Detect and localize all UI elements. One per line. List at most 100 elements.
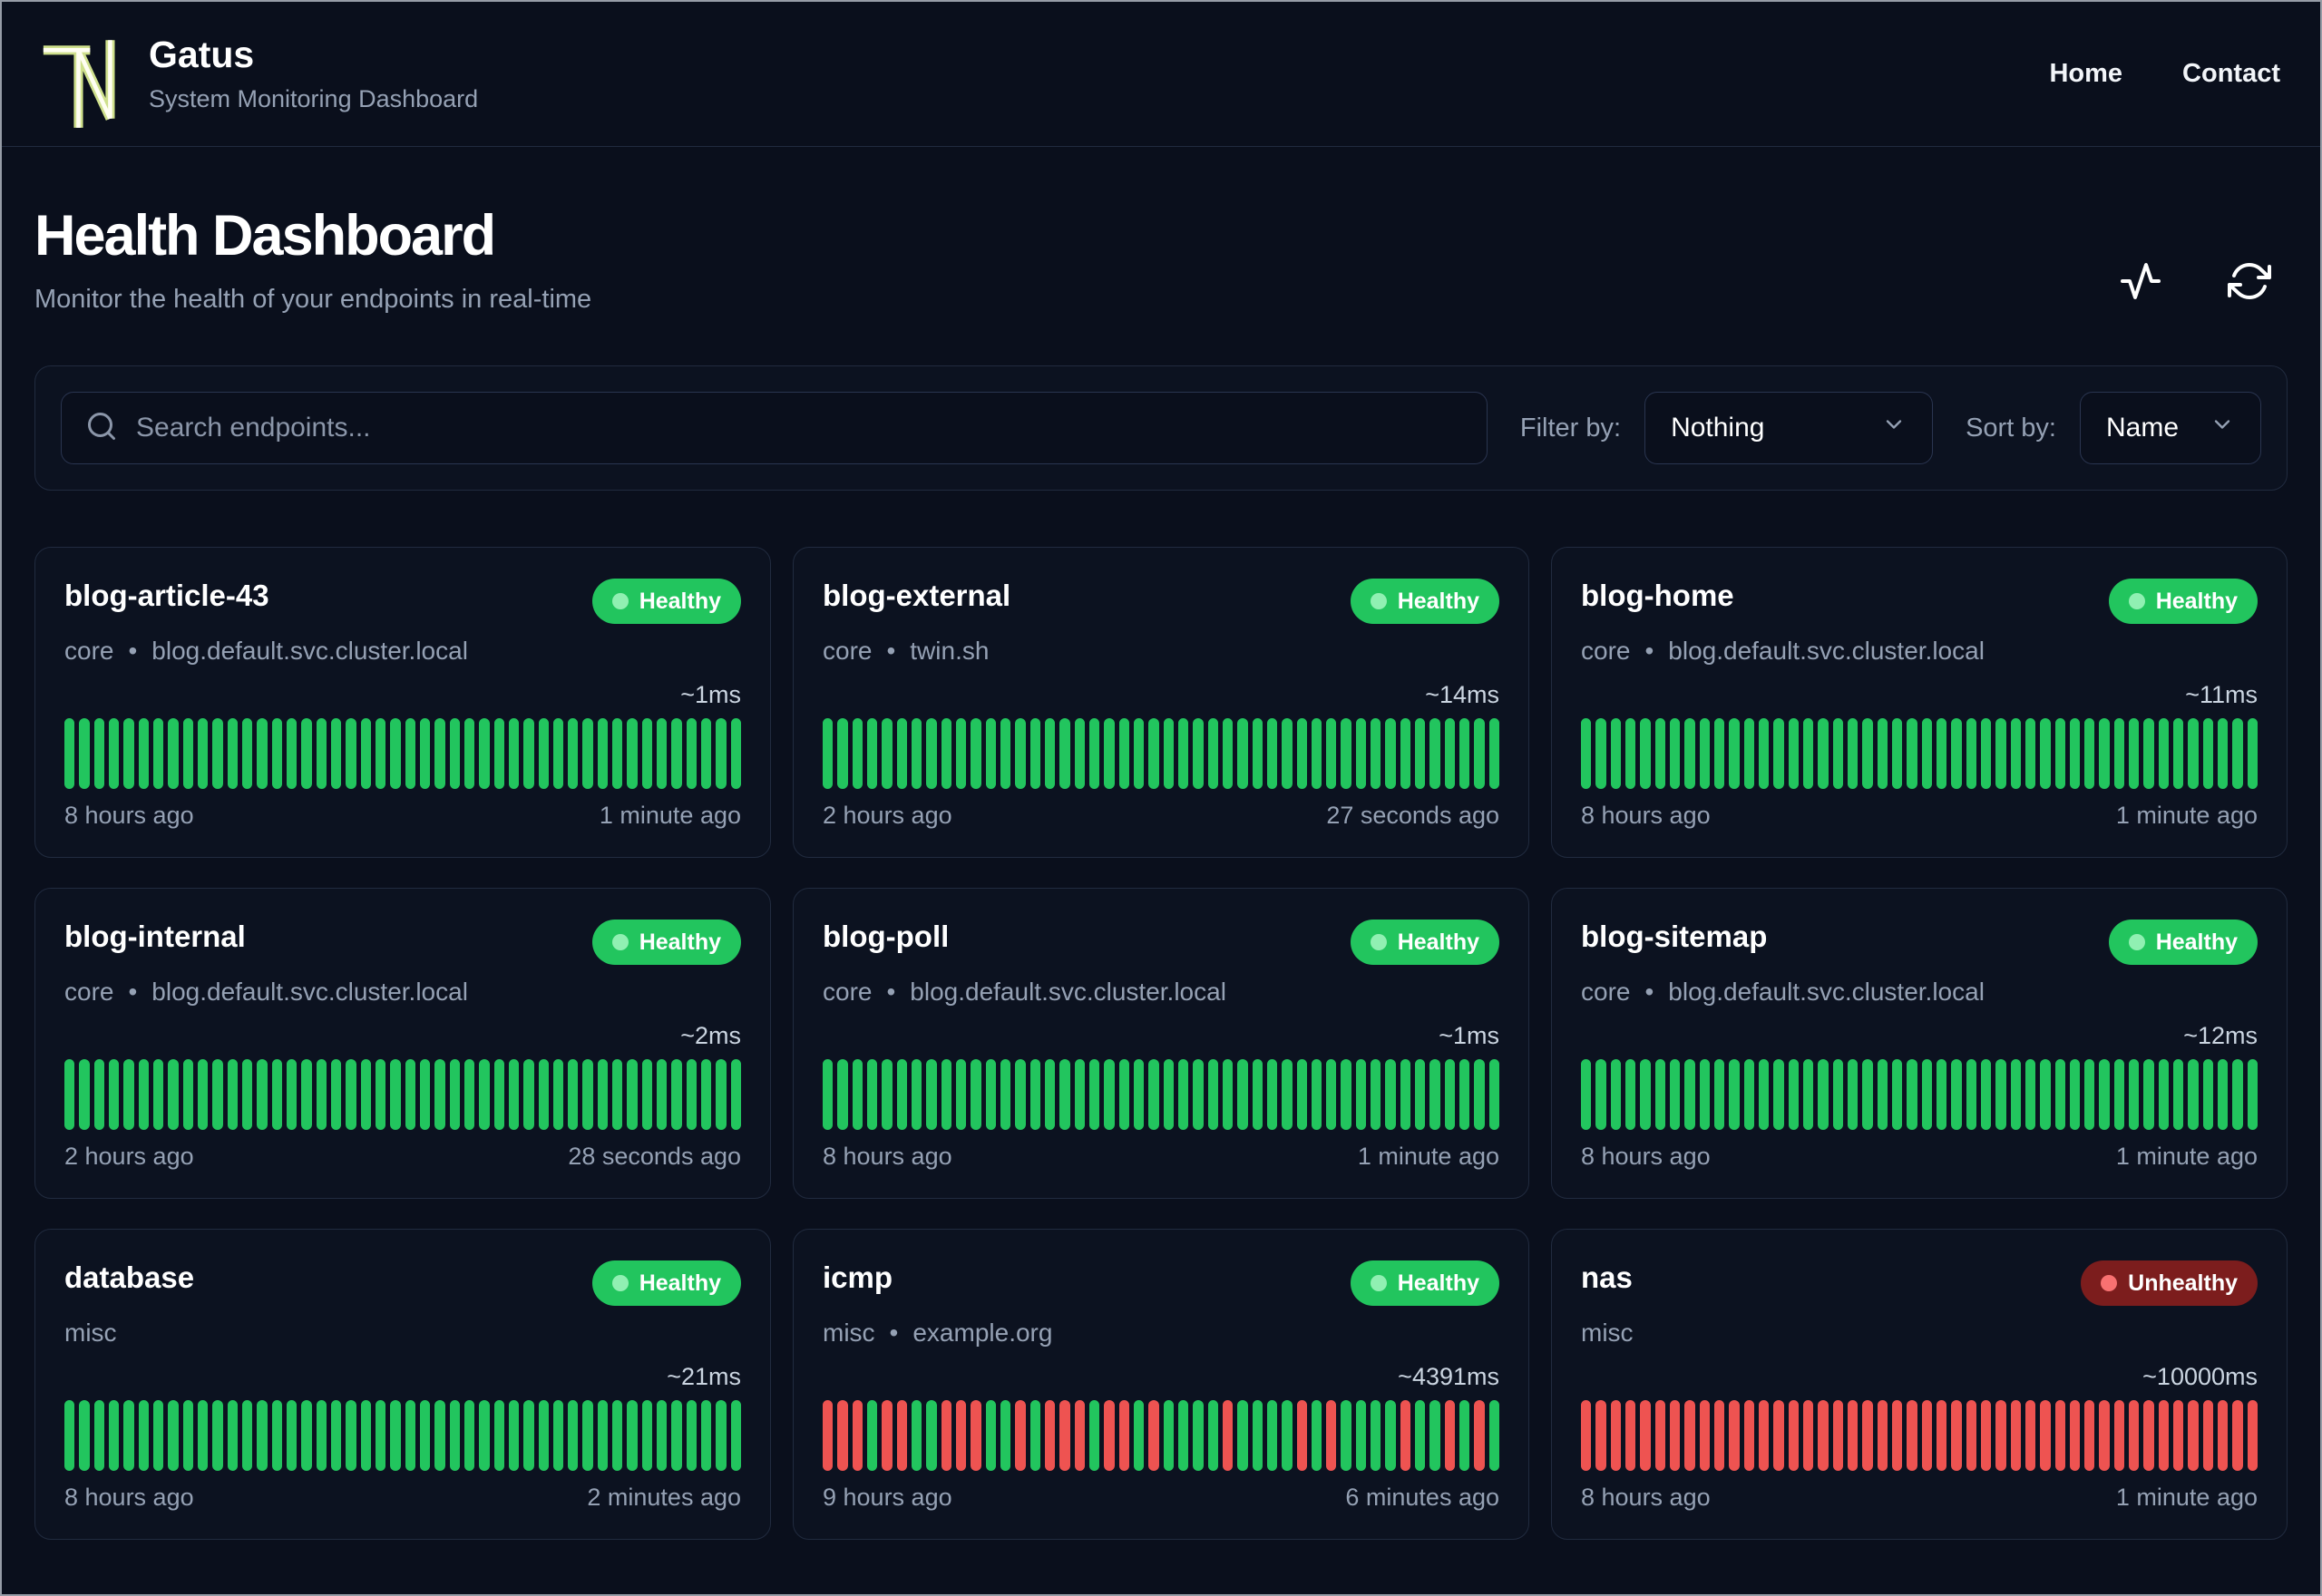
status-bar[interactable] [1015,718,1026,789]
status-bar[interactable] [1074,718,1085,789]
status-bar[interactable] [1326,718,1337,789]
status-bar[interactable] [1296,718,1307,789]
status-bar[interactable] [1684,1400,1695,1471]
status-bar[interactable] [1252,1400,1263,1471]
status-bar[interactable] [1148,1059,1159,1130]
status-bar[interactable] [1995,1400,2006,1471]
endpoint-card[interactable]: blog-sitemap Healthy core • blog.default… [1551,888,2288,1199]
status-bar[interactable] [538,1059,549,1130]
status-bar[interactable] [1429,718,1440,789]
status-bar[interactable] [1773,1059,1784,1130]
status-bar[interactable] [1847,718,1859,789]
status-bar[interactable] [1862,1400,1873,1471]
status-bar[interactable] [1818,1400,1829,1471]
status-bar[interactable] [971,1400,981,1471]
status-bar[interactable] [1444,1400,1456,1471]
status-bar[interactable] [1758,718,1770,789]
status-bar[interactable] [463,1400,475,1471]
status-bar[interactable] [212,718,223,789]
status-bar[interactable] [1266,718,1278,789]
status-bar[interactable] [1000,1400,1011,1471]
status-bar[interactable] [2069,1400,2081,1471]
status-bar[interactable] [926,718,937,789]
status-bar[interactable] [523,1400,534,1471]
status-bar[interactable] [1595,1059,1606,1130]
status-bar[interactable] [1713,718,1725,789]
status-bar[interactable] [1862,1059,1873,1130]
status-bar[interactable] [866,1400,878,1471]
status-bar[interactable] [227,1400,238,1471]
status-bar[interactable] [538,1400,549,1471]
status-bar[interactable] [434,1400,445,1471]
status-bar[interactable] [2010,1059,2021,1130]
status-bar[interactable] [1133,718,1145,789]
status-bar[interactable] [1296,1059,1307,1130]
status-bar[interactable] [2129,1059,2140,1130]
status-bar[interactable] [1610,1059,1621,1130]
status-bar[interactable] [1699,718,1710,789]
status-bar[interactable] [1832,1059,1843,1130]
status-bar[interactable] [955,1400,967,1471]
status-bar[interactable] [1729,1400,1740,1471]
status-bar[interactable] [271,1400,282,1471]
status-bar[interactable] [1311,1400,1322,1471]
status-bar[interactable] [1459,1059,1470,1130]
status-bar[interactable] [2188,1400,2199,1471]
status-bar[interactable] [1654,1059,1665,1130]
status-bar[interactable] [1311,718,1322,789]
status-bar[interactable] [837,1059,848,1130]
status-bar[interactable] [1773,1400,1784,1471]
status-bar[interactable] [1847,1059,1859,1130]
status-bar[interactable] [1684,1059,1695,1130]
status-bar[interactable] [823,1059,834,1130]
status-bar[interactable] [597,718,609,789]
status-bar[interactable] [108,718,120,789]
status-bar[interactable] [405,1059,415,1130]
status-bar[interactable] [597,1059,609,1130]
status-bar[interactable] [271,1059,282,1130]
status-bar[interactable] [2113,1400,2125,1471]
status-bar[interactable] [2158,1400,2170,1471]
status-bar[interactable] [552,1400,564,1471]
status-bar[interactable] [627,1400,638,1471]
status-bar[interactable] [2173,1059,2184,1130]
status-bar[interactable] [93,718,104,789]
status-bar[interactable] [597,1400,609,1471]
status-bar[interactable] [138,1059,149,1130]
status-bar[interactable] [1296,1400,1307,1471]
status-bar[interactable] [716,1400,727,1471]
status-bar[interactable] [941,1400,951,1471]
status-bar[interactable] [1341,1400,1351,1471]
status-bar[interactable] [852,718,863,789]
status-bar[interactable] [2054,718,2065,789]
status-bar[interactable] [1743,1059,1754,1130]
status-bar[interactable] [1640,1400,1651,1471]
status-bar[interactable] [1118,1400,1129,1471]
status-bar[interactable] [419,718,431,789]
status-bar[interactable] [197,718,209,789]
status-bar[interactable] [1966,1400,1976,1471]
status-bar[interactable] [1104,1059,1115,1130]
status-bar[interactable] [971,718,981,789]
status-bar[interactable] [1088,718,1100,789]
status-bar[interactable] [1788,1400,1799,1471]
status-bar[interactable] [2173,1400,2184,1471]
status-bar[interactable] [1995,718,2006,789]
status-bar[interactable] [1907,718,1917,789]
status-bar[interactable] [493,1400,504,1471]
status-bar[interactable] [360,718,371,789]
activity-button[interactable] [2119,259,2162,306]
status-bar[interactable] [1088,1059,1100,1130]
status-bar[interactable] [508,718,520,789]
status-bar[interactable] [1699,1400,1710,1471]
status-bar[interactable] [1044,1400,1056,1471]
status-bar[interactable] [730,1059,742,1130]
status-bar[interactable] [1207,1400,1218,1471]
status-bar[interactable] [1088,1400,1100,1471]
status-bar[interactable] [1044,718,1056,789]
status-bar[interactable] [1610,718,1621,789]
status-bar[interactable] [2024,718,2036,789]
status-bar[interactable] [2218,718,2229,789]
status-bar[interactable] [730,718,742,789]
status-bar[interactable] [1847,1400,1859,1471]
